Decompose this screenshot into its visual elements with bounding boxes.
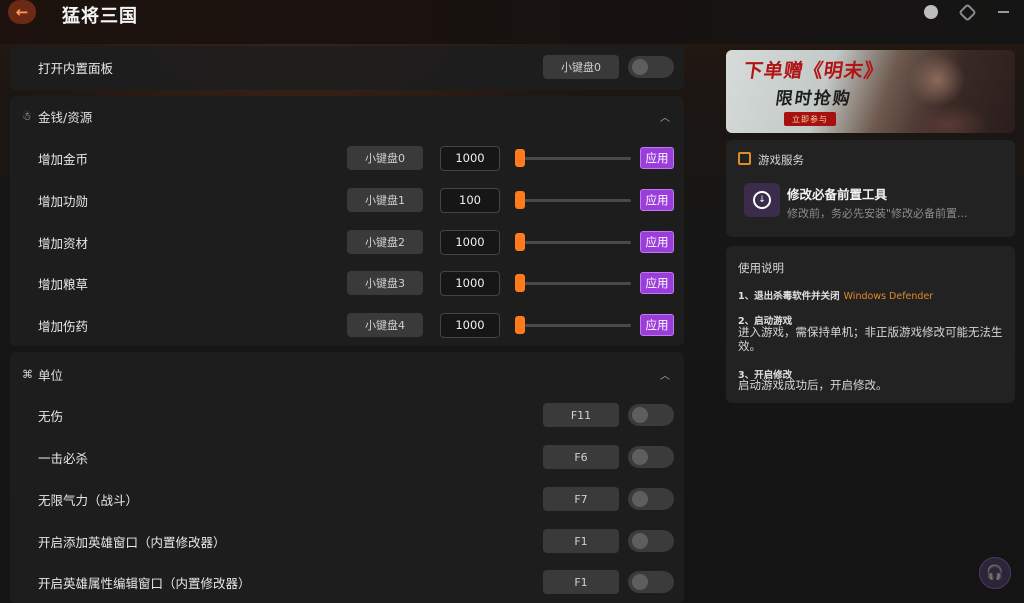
section-header[interactable]: ⌘ 单位 ︿ [10,354,684,394]
resource-row: 增加伤药 小键盘4 1000 应用 [10,304,684,346]
amount-slider[interactable] [515,232,631,252]
banner-artwork [877,50,997,133]
amount-slider[interactable] [515,190,631,210]
row-label: 开启英雄属性编辑窗口（内置修改器） [38,575,251,591]
amount-input[interactable]: 1000 [440,270,500,296]
row-label: 开启添加英雄窗口（内置修改器） [38,534,226,550]
toggle-switch[interactable] [628,488,674,510]
row-label: 无限气力（战斗） [38,492,139,508]
guide-step-3-body: 启动游戏成功后，开启修改。 [738,378,888,392]
row-label: 增加粮草 [38,276,89,292]
row-label: 增加资材 [38,235,89,251]
hotkey-box[interactable]: F11 [543,403,619,427]
user-icon[interactable] [920,2,942,22]
hotkey-box[interactable]: 小键盘3 [347,271,423,295]
guide-step-1: 1、退出杀毒软件并关闭 Windows Defender [738,288,933,302]
amount-input[interactable]: 100 [440,187,500,213]
row-label: 增加金币 [38,151,89,167]
promo-banner[interactable]: 下单赠《明末》 限时抢购 立即参与 [726,50,1015,133]
section-title: 金钱/资源 [38,109,93,125]
hotkey-box[interactable]: 小键盘4 [347,313,423,337]
amount-input[interactable]: 1000 [440,312,500,338]
hotkey-box[interactable]: 小键盘0 [543,55,619,79]
headset-icon: 🎧 [986,565,1004,581]
apply-button[interactable]: 应用 [640,272,674,294]
chevron-up-icon[interactable]: ︿ [660,367,670,382]
download-icon[interactable]: ↓ [744,183,780,217]
unit-icon: ⌘ [22,367,33,381]
guide-step-2-body: 进入游戏，需保持单机；非正版游戏修改可能无法生效。 [738,325,1003,353]
row-label: 增加伤药 [38,318,89,334]
box-icon [738,152,751,165]
section-header[interactable]: ☃ 金钱/资源 ︿ [10,96,684,136]
hotkey-box[interactable]: F6 [543,445,619,469]
apply-button[interactable]: 应用 [640,314,674,336]
amount-slider[interactable] [515,273,631,293]
guide-heading: 使用说明 [738,261,784,275]
toggle-row: 一击必杀 F6 [10,436,684,478]
banner-title: 下单赠《明末》 [742,60,886,82]
amount-input[interactable]: 1000 [440,229,500,255]
apply-button[interactable]: 应用 [640,189,674,211]
inner-panel-row-card: 打开内置面板 小键盘0 [10,46,684,90]
toggle-row: 无伤 F11 [10,394,684,436]
toggle-switch[interactable] [628,446,674,468]
game-service-card: 游戏服务 ↓ 修改必备前置工具 修改前，务必先安装"修改必备前置... [726,140,1015,237]
chevron-up-icon[interactable]: ︿ [660,109,670,124]
app-title: 猛将三国 [62,6,138,27]
usage-guide-card: 使用说明 1、退出杀毒软件并关闭 Windows Defender 2、启动游戏 … [726,246,1015,403]
headset-support-button[interactable]: 🎧 [979,557,1011,589]
toggle-switch[interactable] [628,404,674,426]
resource-row: 增加功勋 小键盘1 100 应用 [10,179,684,221]
back-button[interactable]: ← [8,0,36,24]
title-bar: ← 猛将三国 [0,0,1024,44]
toggle-switch[interactable] [628,530,674,552]
minimize-icon[interactable] [992,2,1014,22]
service-item-title[interactable]: 修改必备前置工具 [787,184,887,203]
banner-subtitle: 限时抢购 [774,89,854,109]
hotkey-box[interactable]: F1 [543,570,619,594]
resource-row: 增加粮草 小键盘3 1000 应用 [10,262,684,304]
hotkey-box[interactable]: F7 [543,487,619,511]
section-title: 单位 [38,367,64,383]
resource-row: 增加资材 小键盘2 1000 应用 [10,221,684,263]
row-label: 打开内置面板 [38,60,114,76]
settings-icon[interactable] [956,2,978,22]
resource-row: 增加金币 小键盘0 1000 应用 [10,137,684,179]
toggle-row: 开启英雄属性编辑窗口（内置修改器） F1 [10,561,684,603]
amount-slider[interactable] [515,148,631,168]
hotkey-box[interactable]: 小键盘1 [347,188,423,212]
toggle-switch[interactable] [628,571,674,593]
apply-button[interactable]: 应用 [640,231,674,253]
row-label: 一击必杀 [38,450,89,466]
bag-icon: ☃ [22,109,32,123]
hotkey-box[interactable]: F1 [543,529,619,553]
apply-button[interactable]: 应用 [640,147,674,169]
banner-cta-button[interactable]: 立即参与 [784,112,836,126]
section-units: ⌘ 单位 ︿ 无伤 F11 一击必杀 F6 无限气力（战斗） F7 开启添加英雄… [10,352,684,603]
hotkey-box[interactable]: 小键盘0 [347,146,423,170]
hotkey-box[interactable]: 小键盘2 [347,230,423,254]
step-title: 1、退出杀毒软件并关闭 [738,291,840,302]
service-item-desc: 修改前，务必先安装"修改必备前置... [787,207,968,220]
toggle-switch[interactable] [628,56,674,78]
toggle-row-inner-panel: 打开内置面板 小键盘0 [10,46,684,88]
amount-slider[interactable] [515,315,631,335]
section-resources: ☃ 金钱/资源 ︿ 增加金币 小键盘0 1000 应用 增加功勋 小键盘1 10… [10,96,684,346]
toggle-row: 开启添加英雄窗口（内置修改器） F1 [10,520,684,562]
amount-input[interactable]: 1000 [440,145,500,171]
windows-defender-highlight: Windows Defender [843,291,934,302]
row-label: 增加功勋 [38,193,89,209]
arrow-left-icon: ← [15,3,29,21]
service-heading: 游戏服务 [758,153,804,167]
row-label: 无伤 [38,408,64,424]
toggle-row: 无限气力（战斗） F7 [10,478,684,520]
